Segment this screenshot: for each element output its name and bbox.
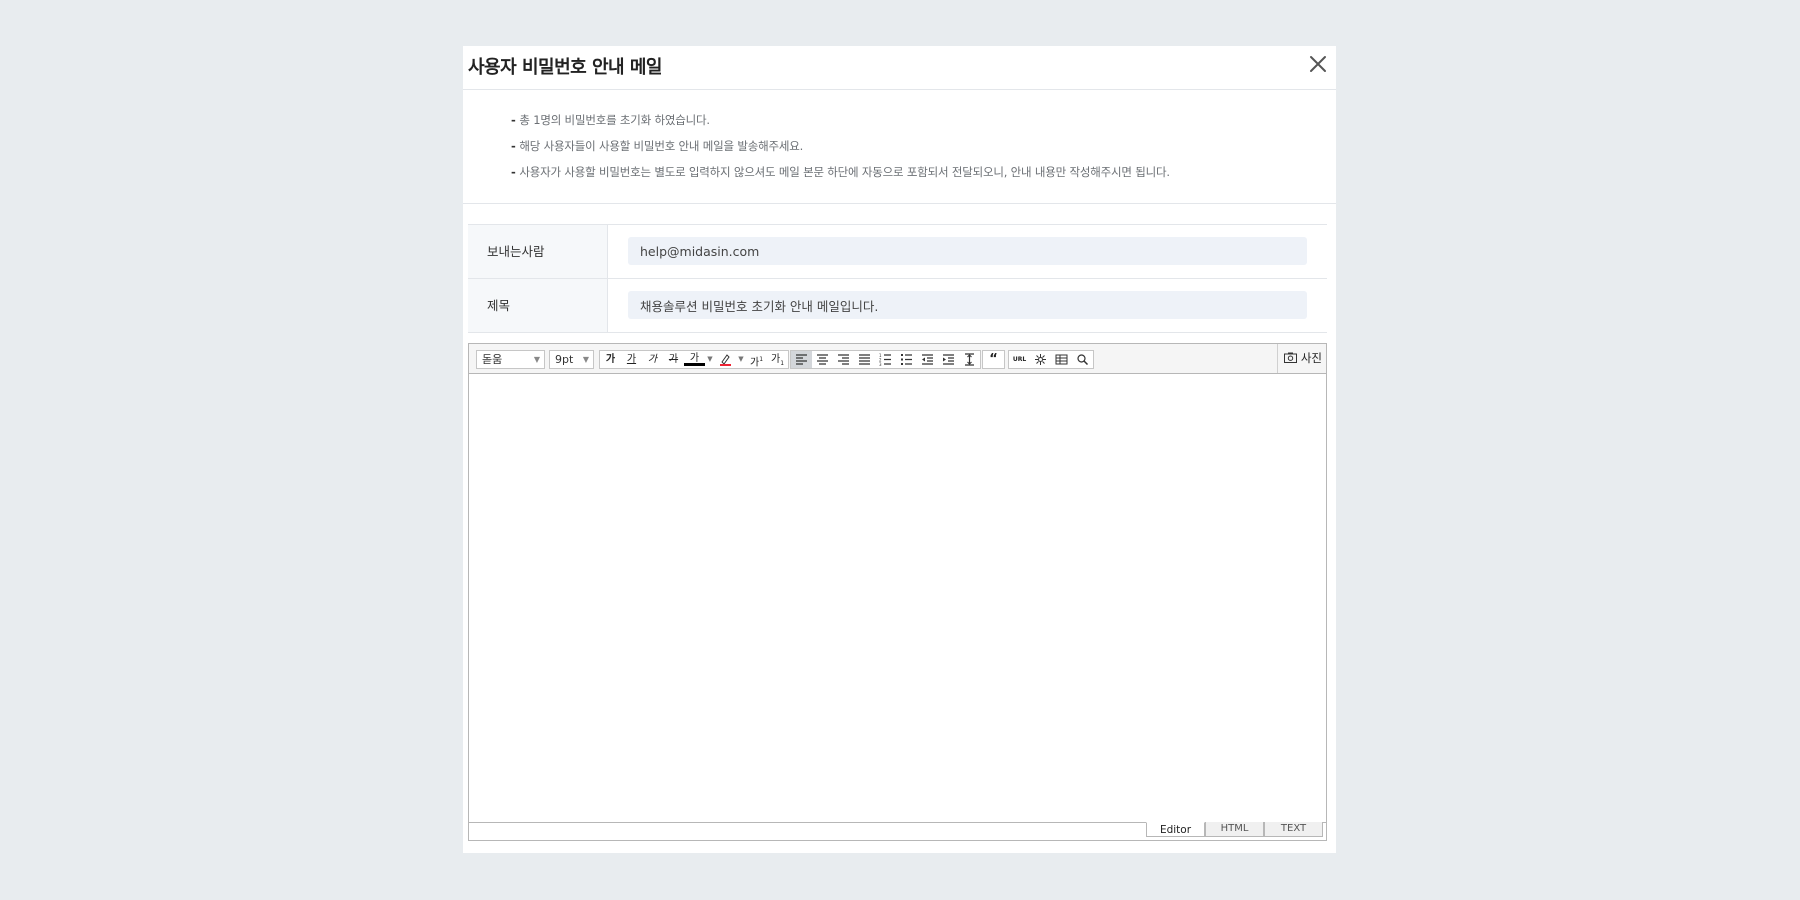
- unordered-list-icon[interactable]: [896, 351, 917, 368]
- font-family-select[interactable]: 돋움 ▼: [476, 350, 545, 369]
- editor-content-area[interactable]: [469, 374, 1326, 822]
- font-family-value: 돋움: [482, 353, 503, 366]
- dialog-title: 사용자 비밀번호 안내 메일: [468, 57, 662, 78]
- camera-icon: [1284, 352, 1298, 363]
- align-right-icon[interactable]: [833, 351, 854, 368]
- editor-mode-tabs: Editor HTML TEXT: [1146, 822, 1323, 837]
- tab-text[interactable]: TEXT: [1264, 822, 1323, 837]
- subscript-button[interactable]: 가1: [767, 351, 788, 368]
- subject-input[interactable]: [628, 291, 1307, 319]
- sender-label: 보내는사람: [468, 225, 608, 278]
- svg-text:3: 3: [879, 362, 882, 366]
- special-character-icon[interactable]: [1030, 351, 1051, 368]
- table-icon[interactable]: [1051, 351, 1072, 368]
- rich-text-editor: 돋움 ▼ 9pt ▼ 가 가 가 가 가 ▼ ▼ 가1 가1 1 2 3 “ U…: [468, 343, 1327, 841]
- tab-html[interactable]: HTML: [1205, 822, 1264, 837]
- insert-photo-button[interactable]: 사진: [1277, 344, 1326, 373]
- font-color-button[interactable]: 가: [684, 351, 705, 366]
- bold-button[interactable]: 가: [600, 351, 621, 368]
- insert-group: URL: [1008, 350, 1094, 369]
- underline-button[interactable]: 가: [621, 351, 642, 368]
- ordered-list-icon[interactable]: 123: [875, 351, 896, 368]
- editor-toolbar: 돋움 ▼ 9pt ▼ 가 가 가 가 가 ▼ ▼ 가1 가1 1 2 3 “ U…: [469, 344, 1326, 374]
- editor-footer: Editor HTML TEXT: [469, 822, 1326, 840]
- indent-icon[interactable]: [938, 351, 959, 368]
- mail-form: 보내는사람 제목: [468, 224, 1327, 333]
- subject-label: 제목: [468, 279, 608, 332]
- font-size-select[interactable]: 9pt ▼: [549, 350, 594, 369]
- italic-button[interactable]: 가: [642, 351, 663, 368]
- highlight-icon[interactable]: [715, 351, 736, 368]
- chevron-down-icon[interactable]: ▼: [736, 351, 746, 368]
- align-left-icon[interactable]: [791, 351, 812, 368]
- text-style-group: 가 가 가 가 가 ▼ ▼ 가1 가1: [599, 350, 789, 369]
- sender-row: 보내는사람: [468, 225, 1327, 279]
- notice-list: 총 1명의 비밀번호를 초기화 하였습니다. 해당 사용자들이 사용할 비밀번호…: [463, 90, 1336, 204]
- paragraph-group: 123: [790, 350, 981, 369]
- close-icon[interactable]: [1306, 52, 1330, 76]
- chevron-down-icon: ▼: [533, 355, 540, 364]
- align-justify-icon[interactable]: [854, 351, 875, 368]
- line-height-icon[interactable]: [959, 351, 980, 368]
- notice-line: 총 1명의 비밀번호를 초기화 하였습니다.: [511, 113, 1336, 139]
- password-mail-dialog: 사용자 비밀번호 안내 메일 총 1명의 비밀번호를 초기화 하였습니다. 해당…: [463, 46, 1336, 853]
- superscript-label: 가: [749, 357, 760, 369]
- sender-input[interactable]: [628, 237, 1307, 265]
- subject-row: 제목: [468, 279, 1327, 333]
- search-icon[interactable]: [1072, 351, 1093, 368]
- outdent-icon[interactable]: [917, 351, 938, 368]
- quote-group: “: [982, 350, 1005, 369]
- align-center-icon[interactable]: [812, 351, 833, 368]
- notice-line: 사용자가 사용할 비밀번호는 별도로 입력하지 않으셔도 메일 본문 하단에 자…: [511, 165, 1336, 191]
- chevron-down-icon[interactable]: ▼: [705, 351, 715, 368]
- superscript-button[interactable]: 가1: [746, 351, 767, 368]
- chevron-down-icon: ▼: [582, 355, 589, 364]
- link-button[interactable]: URL: [1009, 351, 1030, 368]
- dialog-header: 사용자 비밀번호 안내 메일: [463, 46, 1336, 90]
- font-size-value: 9pt: [555, 353, 574, 366]
- photo-label: 사진: [1300, 351, 1322, 365]
- subscript-label: 가: [770, 354, 781, 365]
- quote-icon[interactable]: “: [983, 351, 1004, 368]
- strikethrough-button[interactable]: 가: [663, 351, 684, 368]
- tab-editor[interactable]: Editor: [1146, 822, 1205, 837]
- notice-line: 해당 사용자들이 사용할 비밀번호 안내 메일을 발송해주세요.: [511, 139, 1336, 165]
